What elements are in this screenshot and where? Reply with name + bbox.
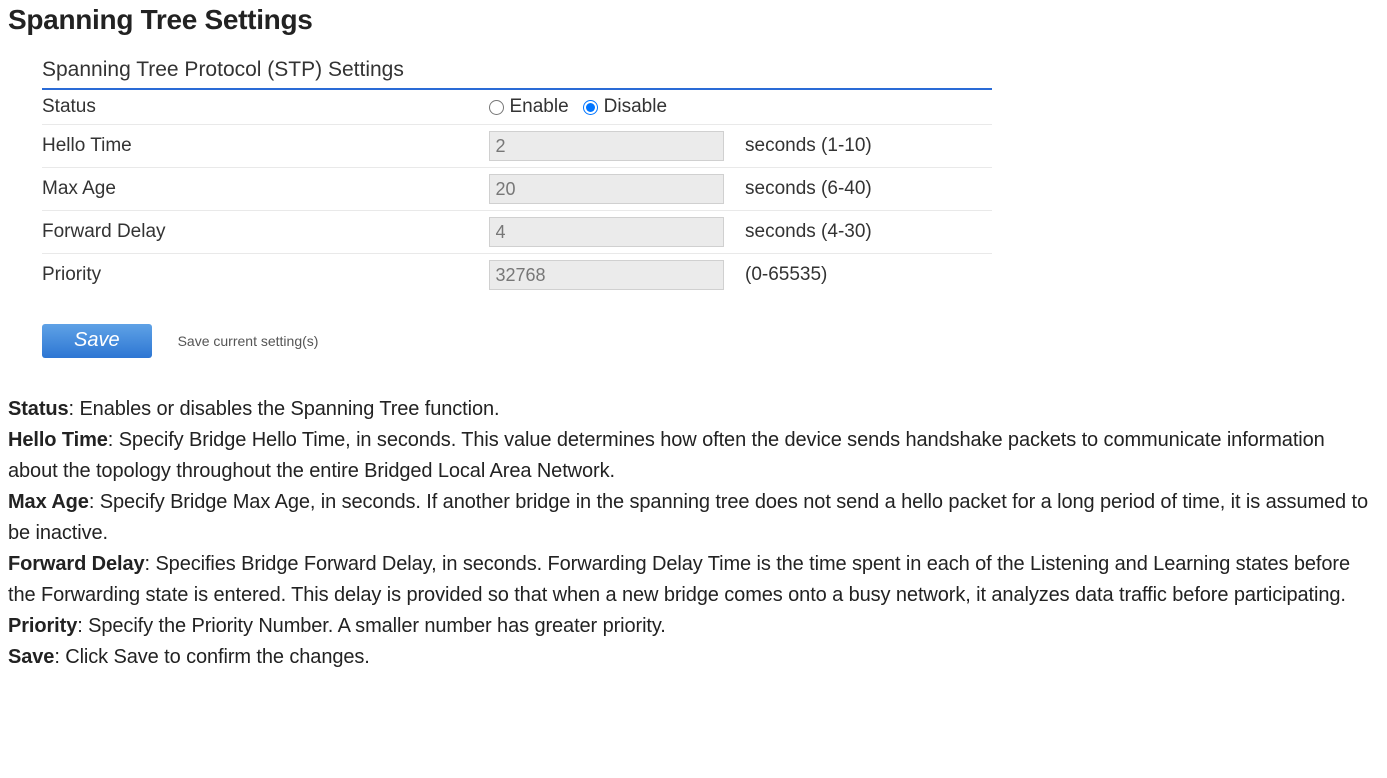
term-maxage: Max Age [8,491,89,513]
desc-status: Status: Enables or disables the Spanning… [8,394,1379,425]
label-hello-time: Hello Time [42,125,489,168]
text-priority: : Specify the Priority Number. A smaller… [77,615,666,637]
row-forward-delay: Forward Delay seconds (4-30) [42,211,992,254]
row-priority: Priority (0-65535) [42,254,992,297]
panel-header: Spanning Tree Protocol (STP) Settings [42,58,992,90]
settings-table: Status Enable Disable Hello Time seconds… [42,90,992,296]
desc-save: Save: Click Save to confirm the changes. [8,642,1379,673]
term-save: Save [8,646,54,668]
save-hint: Save current setting(s) [178,333,319,349]
page-title: Spanning Tree Settings [8,4,1387,36]
hint-hello-time: seconds (1-10) [745,125,992,168]
desc-hello: Hello Time: Specify Bridge Hello Time, i… [8,425,1379,487]
label-max-age: Max Age [42,168,489,211]
desc-fwd: Forward Delay: Specifies Bridge Forward … [8,549,1379,611]
label-forward-delay: Forward Delay [42,211,489,254]
text-fwd: : Specifies Bridge Forward Delay, in sec… [8,553,1350,606]
priority-input[interactable] [489,260,724,290]
hint-forward-delay: seconds (4-30) [745,211,992,254]
text-save: : Click Save to confirm the changes. [54,646,369,668]
term-hello: Hello Time [8,429,108,451]
status-enable-radio[interactable] [489,100,504,115]
term-priority: Priority [8,615,77,637]
row-status: Status Enable Disable [42,90,992,125]
status-enable-label: Enable [510,96,569,118]
label-priority: Priority [42,254,489,297]
text-status: : Enables or disables the Spanning Tree … [69,398,500,420]
status-disable-radio[interactable] [583,100,598,115]
term-fwd: Forward Delay [8,553,145,575]
descriptions: Status: Enables or disables the Spanning… [8,394,1379,673]
label-status: Status [42,90,489,125]
status-disable-label: Disable [604,96,667,118]
hint-max-age: seconds (6-40) [745,168,992,211]
desc-maxage: Max Age: Specify Bridge Max Age, in seco… [8,487,1379,549]
forward-delay-input[interactable] [489,217,724,247]
hint-priority: (0-65535) [745,254,992,297]
row-hello-time: Hello Time seconds (1-10) [42,125,992,168]
save-row: Save Save current setting(s) [42,324,1387,358]
term-status: Status [8,398,69,420]
max-age-input[interactable] [489,174,724,204]
row-max-age: Max Age seconds (6-40) [42,168,992,211]
text-maxage: : Specify Bridge Max Age, in seconds. If… [8,491,1368,544]
hello-time-input[interactable] [489,131,724,161]
save-button[interactable]: Save [42,324,152,358]
settings-panel: Spanning Tree Protocol (STP) Settings St… [42,58,992,296]
text-hello: : Specify Bridge Hello Time, in seconds.… [8,429,1325,482]
desc-priority: Priority: Specify the Priority Number. A… [8,611,1379,642]
